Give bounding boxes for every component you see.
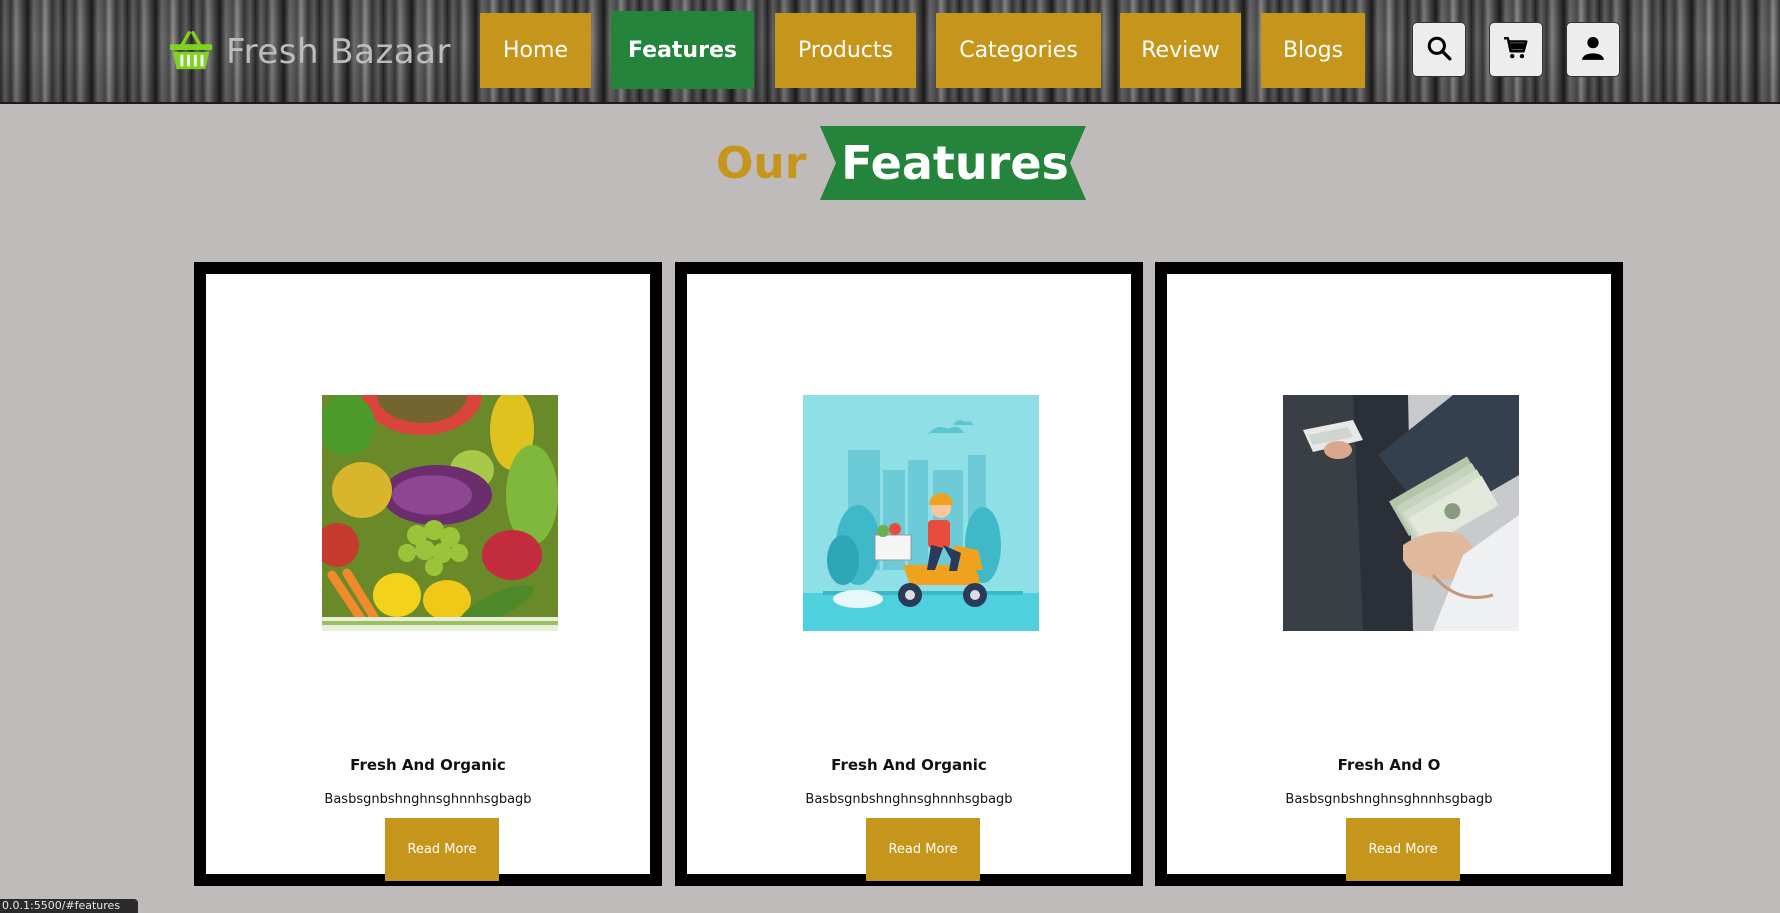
brand-name: Fresh Bazaar	[226, 32, 451, 72]
site-header: Fresh Bazaar Home Features Products Cate…	[0, 0, 1780, 104]
feature-card: Fresh And Organic Basbsgnbshnghnsghnnhsg…	[675, 262, 1143, 886]
section-title-prefix: Our	[716, 138, 807, 189]
section-title-banner: Features	[820, 126, 1086, 200]
user-icon	[1580, 35, 1606, 65]
feature-text: Basbsgnbshnghnsghnnhsgbagb	[324, 792, 532, 807]
cart-button[interactable]	[1489, 22, 1543, 77]
read-more-button[interactable]: Read More	[866, 818, 980, 881]
search-button[interactable]	[1412, 22, 1466, 77]
browser-status-url: 0.0.1:5500/#features	[0, 899, 138, 913]
feature-card: Fresh And Organic Basbsgnbshnghnsghnnhsg…	[194, 262, 662, 886]
feature-card: Fresh And O Basbsgnbshnghnsghnnhsgbagb R…	[1155, 262, 1623, 886]
delivery-scooter-image	[803, 395, 1039, 631]
cart-icon	[1503, 35, 1529, 65]
nav-item-features[interactable]: Features	[611, 11, 754, 89]
feature-text: Basbsgnbshnghnsghnnhsgbagb	[1285, 792, 1493, 807]
feature-title: Fresh And Organic	[831, 756, 987, 774]
cash-payment-image	[1283, 395, 1519, 631]
nav-item-blogs[interactable]: Blogs	[1261, 13, 1365, 88]
user-button[interactable]	[1566, 22, 1620, 77]
nav-item-categories[interactable]: Categories	[936, 13, 1101, 88]
search-icon	[1426, 35, 1452, 65]
nav-item-products[interactable]: Products	[775, 13, 916, 88]
nav-item-review[interactable]: Review	[1120, 13, 1241, 88]
read-more-button[interactable]: Read More	[385, 818, 499, 881]
nav-item-home[interactable]: Home	[480, 13, 591, 88]
brand-logo[interactable]: Fresh Bazaar	[168, 26, 451, 78]
read-more-button[interactable]: Read More	[1346, 818, 1460, 881]
feature-title: Fresh And O	[1337, 756, 1441, 774]
shopping-basket-icon	[168, 27, 214, 77]
feature-title: Fresh And Organic	[350, 756, 506, 774]
section-title: Features	[841, 136, 1069, 190]
feature-text: Basbsgnbshnghnsghnnhsgbagb	[805, 792, 1013, 807]
vegetables-image	[322, 395, 558, 631]
